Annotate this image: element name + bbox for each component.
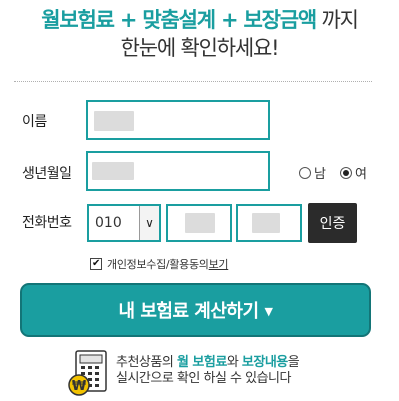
phone-last-input[interactable] [236,204,302,242]
birthdate-input-value-redacted [92,162,134,180]
footer-text-3: 을 [287,355,300,370]
phone-last-value-redacted [252,213,280,233]
birth-label: 생년월일 [22,166,72,182]
footer-message: 추천상품의 월 보험료와 보장내용을 실시간으로 확인 하실 수 있습니다 [116,355,300,387]
privacy-agreement: ✔ 개인정보수집/활용동의 보기 [90,256,229,272]
headline-custom-design: 맞춤설계 [142,8,216,32]
privacy-agree-checkbox[interactable]: ✔ [90,258,102,270]
calculate-premium-label: 내 보험료 계산하기 [118,301,260,322]
headline-monthly-premium: 월보험료 [41,8,115,32]
phone-label: 전화번호 [22,215,72,231]
headline-plus-1: + [113,8,143,32]
calculator-coin-icon: ₩ [68,350,107,396]
headline-line1: 월보험료 + 맞춤설계 + 보장금액 까지 [0,6,399,34]
privacy-view-link[interactable]: 보기 [209,256,229,272]
footer-text-1: 추천상품의 [116,355,177,370]
privacy-agree-text: 개인정보수집/활용동의 [107,258,209,271]
headline-line2: 한눈에 확인하세요! [120,36,280,60]
divider [14,81,372,82]
chevron-down-icon[interactable]: ∨ [139,206,159,240]
verify-button[interactable]: 인증 [308,203,357,243]
footer-line2: 실시간으로 확인 하실 수 있습니다 [116,371,291,386]
calculate-premium-button[interactable]: 내 보험료 계산하기 ▼ [20,283,371,337]
headline-tail: 까지 [315,8,358,32]
gender-group: 남 여 [299,163,367,182]
phone-prefix-value: 010 [95,215,122,231]
gender-female-radio[interactable] [339,166,352,179]
won-coin-symbol: ₩ [72,379,87,394]
phone-middle-input[interactable] [166,204,232,242]
name-input-value-redacted [94,111,134,131]
phone-middle-value-redacted [185,213,215,233]
footer-highlight-coverage: 보장내용 [241,355,288,370]
gender-male-label: 남 [314,167,326,182]
footer-text-2: 와 [226,355,242,370]
birthdate-input[interactable] [86,151,270,191]
headline-plus-2: + [214,8,244,32]
name-label: 이름 [22,114,47,130]
triangle-down-icon: ▼ [264,304,273,318]
headline: 월보험료 + 맞춤설계 + 보장금액 까지 한눈에 확인하세요! [0,6,399,62]
name-input[interactable] [86,100,270,140]
gender-female-label: 여 [354,167,367,182]
headline-coverage-amount: 보장금액 [243,8,318,32]
footer-highlight-premium: 월 보험료 [176,355,227,370]
phone-prefix-select[interactable]: 010 ∨ [87,204,161,242]
footer-line1: 추천상품의 월 보험료와 보장내용을 [116,355,300,371]
gender-male-radio[interactable] [299,166,311,179]
